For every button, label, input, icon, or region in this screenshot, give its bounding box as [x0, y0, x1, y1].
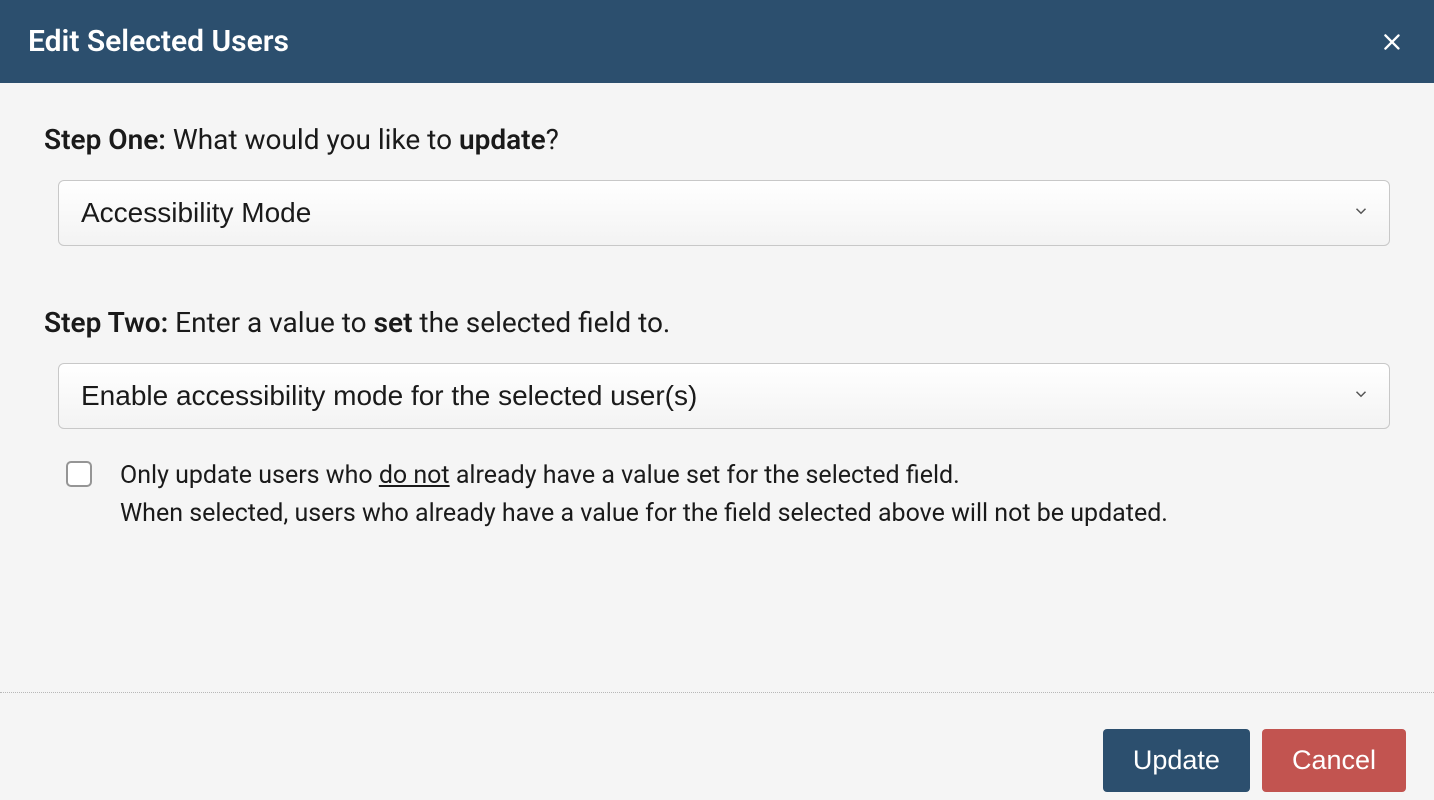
close-icon[interactable] [1378, 28, 1406, 56]
cancel-button[interactable]: Cancel [1262, 729, 1406, 792]
modal-body: Step One: What would you like to update?… [0, 83, 1434, 692]
field-select-wrapper: Accessibility Mode [58, 180, 1390, 246]
value-select[interactable]: Enable accessibility mode for the select… [58, 363, 1390, 429]
checkbox-text-block: Only update users who do not already hav… [120, 457, 1168, 528]
modal-footer: Update Cancel [0, 692, 1434, 800]
checkbox-main-text: Only update users who do not already hav… [120, 457, 1168, 495]
field-select[interactable]: Accessibility Mode [58, 180, 1390, 246]
modal-header: Edit Selected Users [0, 0, 1434, 83]
only-update-empty-checkbox[interactable] [66, 461, 92, 487]
checkbox-main-underlined: do not [379, 461, 450, 490]
checkbox-main-pre: Only update users who [120, 461, 379, 490]
step-two-prefix: Enter a value to [168, 306, 373, 339]
step-two-block: Step Two: Enter a value to set the selec… [44, 306, 1390, 528]
checkbox-helper-text: When selected, users who already have a … [120, 499, 1168, 528]
step-one-prefix: What would you like to [166, 123, 459, 156]
step-one-block: Step One: What would you like to update?… [44, 123, 1390, 246]
step-two-name: Step Two: [44, 306, 168, 339]
step-one-label: Step One: What would you like to update? [44, 123, 1390, 156]
step-two-suffix: the selected field to. [412, 306, 670, 339]
step-one-name: Step One: [44, 123, 166, 156]
step-two-label: Step Two: Enter a value to set the selec… [44, 306, 1390, 339]
edit-users-modal: Edit Selected Users Step One: What would… [0, 0, 1434, 800]
checkbox-main-post: already have a value set for the selecte… [450, 461, 960, 490]
step-two-bold: set [374, 306, 413, 339]
update-button[interactable]: Update [1103, 729, 1250, 792]
step-one-bold: update [459, 123, 546, 156]
only-update-empty-row: Only update users who do not already hav… [66, 457, 1390, 528]
value-select-wrapper: Enable accessibility mode for the select… [58, 363, 1390, 429]
step-one-suffix: ? [546, 123, 559, 156]
modal-title: Edit Selected Users [28, 24, 289, 59]
